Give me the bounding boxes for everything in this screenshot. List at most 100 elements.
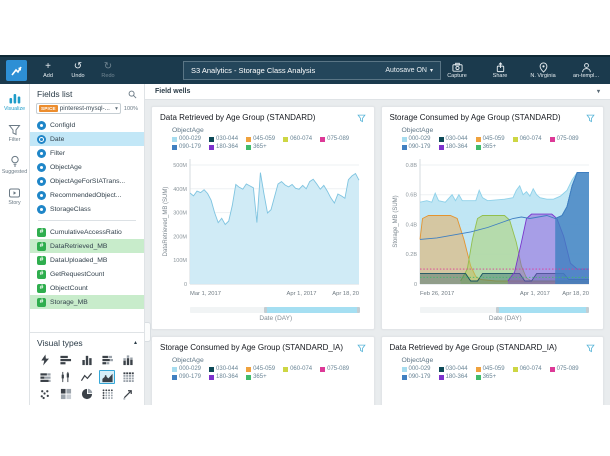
filter-icon[interactable] [586, 114, 595, 123]
legend-item[interactable]: 060-074 [283, 136, 312, 142]
legend-label: 045-059 [483, 366, 505, 372]
legend-item[interactable]: 075-089 [320, 136, 349, 142]
chart-plot[interactable]: 00.2B0.4B0.6B0.8BFeb 26, 2017Apr 1, 2017… [390, 152, 594, 298]
legend-item[interactable]: 075-089 [550, 366, 579, 372]
legend-item[interactable]: 060-074 [513, 366, 542, 372]
field-item[interactable]: Filter [30, 146, 144, 160]
legend-item[interactable]: 075-089 [550, 136, 579, 142]
field-item[interactable]: #ObjectCount [30, 281, 144, 295]
area-chart-icon[interactable] [99, 370, 115, 384]
field-item[interactable]: ConfigId [30, 118, 144, 132]
share-button[interactable]: Share [487, 62, 513, 79]
legend-item[interactable]: 180-364 [439, 144, 468, 150]
legend-item[interactable]: 045-059 [476, 366, 505, 372]
legend-item[interactable]: 030-044 [439, 136, 468, 142]
field-item[interactable]: #CumulativeAccessRatio [30, 225, 144, 239]
table-icon[interactable] [120, 370, 136, 384]
date-range-slider[interactable] [190, 307, 360, 313]
legend-item[interactable]: 030-044 [209, 136, 238, 142]
legend-item[interactable]: 000-029 [402, 366, 431, 372]
field-item[interactable]: #DataRetrieved_MB [30, 239, 144, 253]
filter-icon[interactable] [586, 344, 595, 353]
redo-button[interactable]: ↻ Redo [95, 62, 121, 79]
legend-item[interactable]: 045-059 [246, 136, 275, 142]
legend-item[interactable]: 000-029 [402, 136, 431, 142]
box-whisker-icon[interactable] [58, 370, 74, 384]
rail-item-filter[interactable]: Filter [0, 124, 29, 143]
bar-horizontal-100-icon[interactable] [37, 370, 53, 384]
filter-icon[interactable] [357, 114, 366, 123]
chart-plot[interactable]: 0100M200M300M400M500MMar 1, 2017Apr 1, 2… [160, 152, 364, 298]
visual-card-data-retrieved-standard[interactable]: Data Retrieved by Age Group (STANDARD) O… [151, 106, 375, 330]
legend-item[interactable]: 045-059 [476, 136, 505, 142]
pivot-table-icon[interactable] [99, 387, 115, 401]
share-icon [495, 62, 506, 73]
field-item[interactable]: ObjectAge [30, 160, 144, 174]
field-item[interactable]: Date [30, 132, 144, 146]
rail-item-suggested[interactable]: Suggested [0, 155, 29, 175]
legend-item[interactable]: 045-059 [246, 366, 275, 372]
field-item[interactable]: StorageClass [30, 202, 144, 216]
field-item[interactable]: #DataUploaded_MB [30, 253, 144, 267]
legend-item[interactable]: 090-179 [172, 374, 201, 380]
date-range-slider[interactable] [420, 307, 590, 313]
line-chart-icon[interactable] [79, 370, 95, 384]
field-wells-bar[interactable]: Field wells ▾ [145, 84, 610, 100]
legend-item[interactable]: 180-364 [209, 144, 238, 150]
region-selector[interactable]: N. Virginia [530, 62, 556, 79]
bar-horizontal-icon[interactable] [58, 353, 74, 367]
rail-item-visualize[interactable]: Visualize [0, 92, 29, 112]
add-button[interactable]: + Add [35, 62, 61, 79]
card-title: Storage Consumed by Age Group (STANDARD_… [160, 343, 343, 352]
legend-item[interactable]: 075-089 [320, 366, 349, 372]
capture-button[interactable]: Capture [444, 62, 470, 79]
legend-item[interactable]: 030-044 [209, 366, 238, 372]
undo-button[interactable]: ↺ Undo [65, 62, 91, 79]
scatter-plot-icon[interactable] [37, 387, 53, 401]
insights-icon[interactable] [120, 387, 136, 401]
visual-card-storage-consumed-standard[interactable]: Storage Consumed by Age Group (STANDARD)… [381, 106, 605, 330]
rail-item-story[interactable]: Story [0, 187, 29, 206]
bar-horizontal-stacked-icon[interactable] [99, 353, 115, 367]
legend-item[interactable]: 180-364 [209, 374, 238, 380]
visual-card-storage-consumed-standard-ia[interactable]: Storage Consumed by Age Group (STANDARD_… [151, 336, 375, 405]
visual-types-header[interactable]: Visual types ▴ [37, 338, 137, 348]
search-icon[interactable] [128, 90, 137, 99]
legend-item[interactable]: 090-179 [172, 144, 201, 150]
field-label: ObjectCount [50, 285, 88, 292]
auto-graph-icon[interactable] [37, 353, 53, 367]
legend-item[interactable]: 000-029 [172, 366, 201, 372]
field-item[interactable]: ObjectAgeForSIATrans... [30, 174, 144, 188]
field-item[interactable]: #Storage_MB [30, 295, 144, 309]
legend-label: 000-029 [179, 366, 201, 372]
autosave-toggle[interactable]: Autosave ON ▾ [385, 67, 433, 74]
legend-swatch [283, 367, 288, 372]
legend-item[interactable]: 365+ [476, 374, 497, 380]
legend-item[interactable]: 365+ [246, 144, 267, 150]
filter-icon[interactable] [357, 344, 366, 353]
quicksight-logo[interactable] [6, 60, 27, 81]
panel-collapse-handle[interactable] [145, 322, 151, 342]
bar-vertical-stacked-icon[interactable] [120, 353, 136, 367]
legend-item[interactable]: 030-044 [439, 366, 468, 372]
analysis-title-box[interactable]: S3 Analytics - Storage Class Analysis Au… [183, 61, 441, 80]
legend-item[interactable]: 090-179 [402, 374, 431, 380]
legend-item[interactable]: 365+ [476, 144, 497, 150]
legend-item[interactable]: 365+ [246, 374, 267, 380]
dataset-selector[interactable]: SPICE pinterest-mysql-... ▾ [36, 103, 121, 114]
legend-item[interactable]: 090-179 [402, 144, 431, 150]
legend-item[interactable]: 000-029 [172, 136, 201, 142]
visual-card-data-retrieved-standard-ia[interactable]: Data Retrieved by Age Group (STANDARD_IA… [381, 336, 605, 405]
pie-chart-icon[interactable] [79, 387, 95, 401]
bar-vertical-icon[interactable] [79, 353, 95, 367]
user-menu[interactable]: an-templ... [573, 62, 599, 79]
field-item[interactable]: RecommendedObject... [30, 188, 144, 202]
legend-item[interactable]: 180-364 [439, 374, 468, 380]
field-item[interactable]: #GetRequestCount [30, 267, 144, 281]
heat-map-icon[interactable] [58, 387, 74, 401]
legend-item[interactable]: 060-074 [283, 366, 312, 372]
legend-swatch [439, 367, 444, 372]
legend-item[interactable]: 060-074 [513, 136, 542, 142]
date-range-slider-fill[interactable] [497, 307, 588, 313]
date-range-slider-fill[interactable] [265, 307, 359, 313]
